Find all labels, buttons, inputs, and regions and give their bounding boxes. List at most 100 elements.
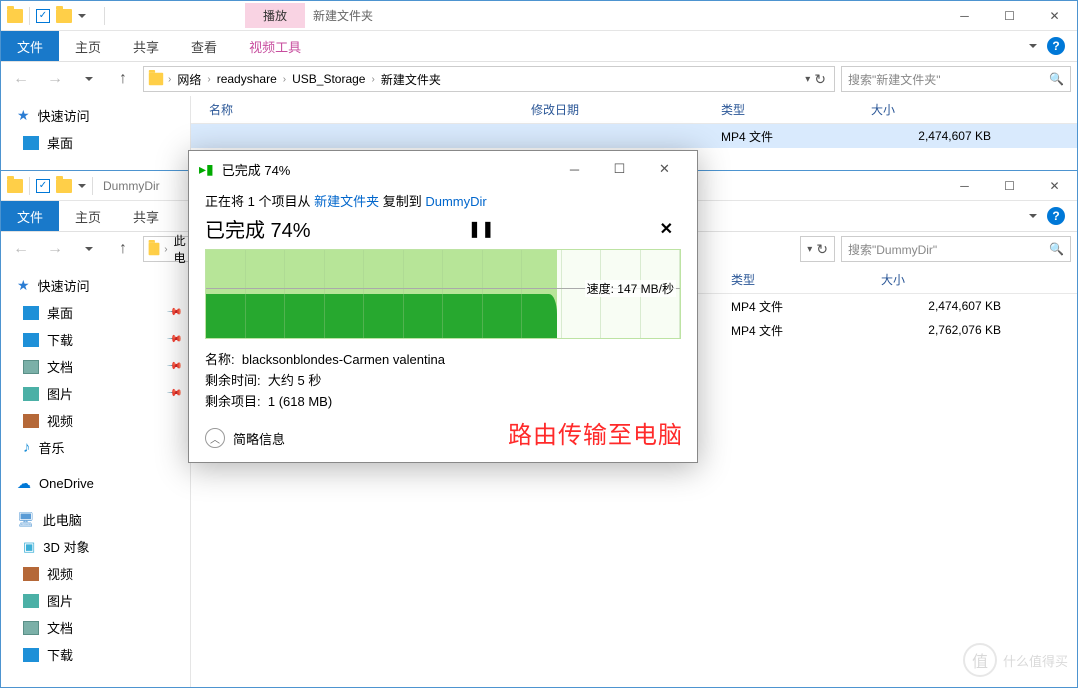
- folder-icon[interactable]: [56, 9, 72, 23]
- col-type[interactable]: 类型: [731, 271, 881, 288]
- sidebar-item-3d[interactable]: ▣3D 对象: [1, 533, 190, 560]
- address-tools: ▾ ↻: [801, 71, 830, 88]
- back-button[interactable]: ←: [7, 65, 35, 93]
- sidebar-item-downloads2[interactable]: 下载: [1, 641, 190, 668]
- sidebar-item-music[interactable]: ♪音乐: [1, 434, 190, 461]
- maximize-button[interactable]: ☐: [987, 172, 1032, 200]
- sidebar-item-documents[interactable]: 文档📌: [1, 353, 190, 380]
- chevron-down-icon[interactable]: [1029, 214, 1037, 218]
- sidebar-item-desktop[interactable]: 桌面📌: [1, 299, 190, 326]
- recent-button[interactable]: [75, 235, 103, 263]
- crumb-usbstorage[interactable]: USB_Storage: [286, 72, 371, 86]
- sidebar-item-pictures[interactable]: 图片📌: [1, 380, 190, 407]
- window-controls: ─ ☐ ✕: [942, 172, 1077, 200]
- back-button[interactable]: ←: [7, 235, 35, 263]
- close-button[interactable]: ✕: [1032, 2, 1077, 30]
- crumb-readyshare[interactable]: readyshare: [211, 72, 283, 86]
- separator: [29, 7, 30, 25]
- context-tab-group: 播放: [245, 3, 305, 28]
- properties-icon[interactable]: ✓: [36, 9, 50, 23]
- dest-link[interactable]: DummyDir: [425, 194, 486, 209]
- tab-home[interactable]: 主页: [59, 31, 117, 61]
- dialog-controls: ─ ☐ ✕: [552, 155, 687, 183]
- col-size[interactable]: 大小: [881, 271, 1011, 288]
- search-icon: 🔍: [1049, 242, 1064, 256]
- sidebar-item-pictures2[interactable]: 图片: [1, 587, 190, 614]
- list-row[interactable]: MP4 文件 2,474,607 KB: [191, 124, 1077, 148]
- context-tab-play[interactable]: 播放: [245, 3, 305, 28]
- copy-description: 正在将 1 个项目从 新建文件夹 复制到 DummyDir: [205, 191, 681, 210]
- col-date[interactable]: 修改日期: [531, 101, 721, 118]
- close-button[interactable]: ✕: [1032, 172, 1077, 200]
- dialog-titlebar[interactable]: ▸▮ 已完成 74% ─ ☐ ✕: [189, 151, 697, 187]
- window-title: 新建文件夹: [305, 5, 381, 26]
- sidebar-item-quickaccess[interactable]: ★快速访问: [1, 102, 190, 129]
- onedrive-icon: ☁: [17, 475, 31, 492]
- col-name[interactable]: 名称: [191, 101, 531, 118]
- minimize-button[interactable]: ─: [942, 172, 987, 200]
- tab-video-tools[interactable]: 视频工具: [233, 31, 317, 61]
- tab-share[interactable]: 共享: [117, 201, 175, 231]
- forward-button[interactable]: →: [41, 65, 69, 93]
- cancel-button[interactable]: ✕: [652, 219, 681, 239]
- pictures-icon: [23, 387, 39, 401]
- desktop-icon: [23, 136, 39, 150]
- column-headers[interactable]: 名称 修改日期 类型 大小: [191, 96, 1077, 124]
- refresh-icon[interactable]: ↻: [814, 71, 826, 88]
- tab-file[interactable]: 文件: [1, 31, 59, 61]
- close-button[interactable]: ✕: [642, 155, 687, 183]
- percent-row: 已完成 74% ❚❚ ✕: [205, 214, 681, 243]
- forward-button[interactable]: →: [41, 235, 69, 263]
- recent-button[interactable]: [75, 65, 103, 93]
- minimize-button[interactable]: ─: [942, 2, 987, 30]
- chevron-down-icon[interactable]: ▾: [807, 244, 812, 255]
- pause-button[interactable]: ❚❚: [460, 219, 503, 239]
- titlebar[interactable]: ✓ 播放 新建文件夹 ─ ☐ ✕: [1, 1, 1077, 31]
- chevron-down-icon[interactable]: [78, 14, 86, 18]
- tab-home[interactable]: 主页: [59, 201, 117, 231]
- sidebar-item-quickaccess[interactable]: ★快速访问: [1, 272, 190, 299]
- desktop-icon: [23, 306, 39, 320]
- sidebar-item-onedrive[interactable]: ☁OneDrive: [1, 471, 190, 496]
- copy-progress-dialog[interactable]: ▸▮ 已完成 74% ─ ☐ ✕ 正在将 1 个项目从 新建文件夹 复制到 Du…: [188, 150, 698, 463]
- col-type[interactable]: 类型: [721, 101, 871, 118]
- crumb-network[interactable]: 网络: [171, 71, 207, 88]
- refresh-icon[interactable]: ↻: [816, 241, 828, 258]
- sidebar-item-videos[interactable]: 视频: [1, 407, 190, 434]
- tab-file[interactable]: 文件: [1, 201, 59, 231]
- folder-icon: [149, 243, 160, 256]
- sidebar-item-downloads[interactable]: 下载📌: [1, 326, 190, 353]
- help-icon[interactable]: ?: [1047, 207, 1065, 225]
- chevron-down-icon[interactable]: [78, 184, 86, 188]
- dialog-body: 正在将 1 个项目从 新建文件夹 复制到 DummyDir 已完成 74% ❚❚…: [189, 187, 697, 462]
- sidebar-item-videos2[interactable]: 视频: [1, 560, 190, 587]
- source-link[interactable]: 新建文件夹: [314, 194, 379, 209]
- help-icon[interactable]: ?: [1047, 37, 1065, 55]
- col-size[interactable]: 大小: [871, 101, 1001, 118]
- ribbon-right: ?: [1017, 201, 1077, 231]
- tab-share[interactable]: 共享: [117, 31, 175, 61]
- crumb-folder[interactable]: 新建文件夹: [375, 71, 447, 88]
- chevron-down-icon[interactable]: ▾: [805, 74, 810, 85]
- sidebar-item-desktop[interactable]: 桌面: [1, 129, 190, 156]
- maximize-button[interactable]: ☐: [597, 155, 642, 183]
- search-input[interactable]: 搜索"新建文件夹" 🔍: [841, 66, 1071, 92]
- nav-pane[interactable]: ★快速访问 桌面📌 下载📌 文档📌 图片📌 视频 ♪音乐 ☁OneDrive 🖥…: [1, 266, 191, 687]
- chevron-down-icon[interactable]: [1029, 44, 1037, 48]
- folder-icon: [7, 179, 23, 193]
- search-input[interactable]: 搜索"DummyDir" 🔍: [841, 236, 1071, 262]
- sidebar-item-thispc[interactable]: 🖥此电脑: [1, 506, 190, 533]
- window-controls: ─ ☐ ✕: [942, 2, 1077, 30]
- maximize-button[interactable]: ☐: [987, 2, 1032, 30]
- watermark-icon: 值: [963, 643, 997, 677]
- tab-view[interactable]: 查看: [175, 31, 233, 61]
- breadcrumb-bar[interactable]: › 网络› readyshare› USB_Storage› 新建文件夹 ▾ ↻: [143, 66, 835, 92]
- sidebar-item-documents2[interactable]: 文档: [1, 614, 190, 641]
- quick-access-toolbar: ✓: [1, 177, 92, 195]
- watermark: 值 什么值得买: [963, 643, 1068, 677]
- properties-icon[interactable]: ✓: [36, 179, 50, 193]
- up-button[interactable]: ↑: [109, 235, 137, 263]
- up-button[interactable]: ↑: [109, 65, 137, 93]
- folder-icon[interactable]: [56, 179, 72, 193]
- minimize-button[interactable]: ─: [552, 155, 597, 183]
